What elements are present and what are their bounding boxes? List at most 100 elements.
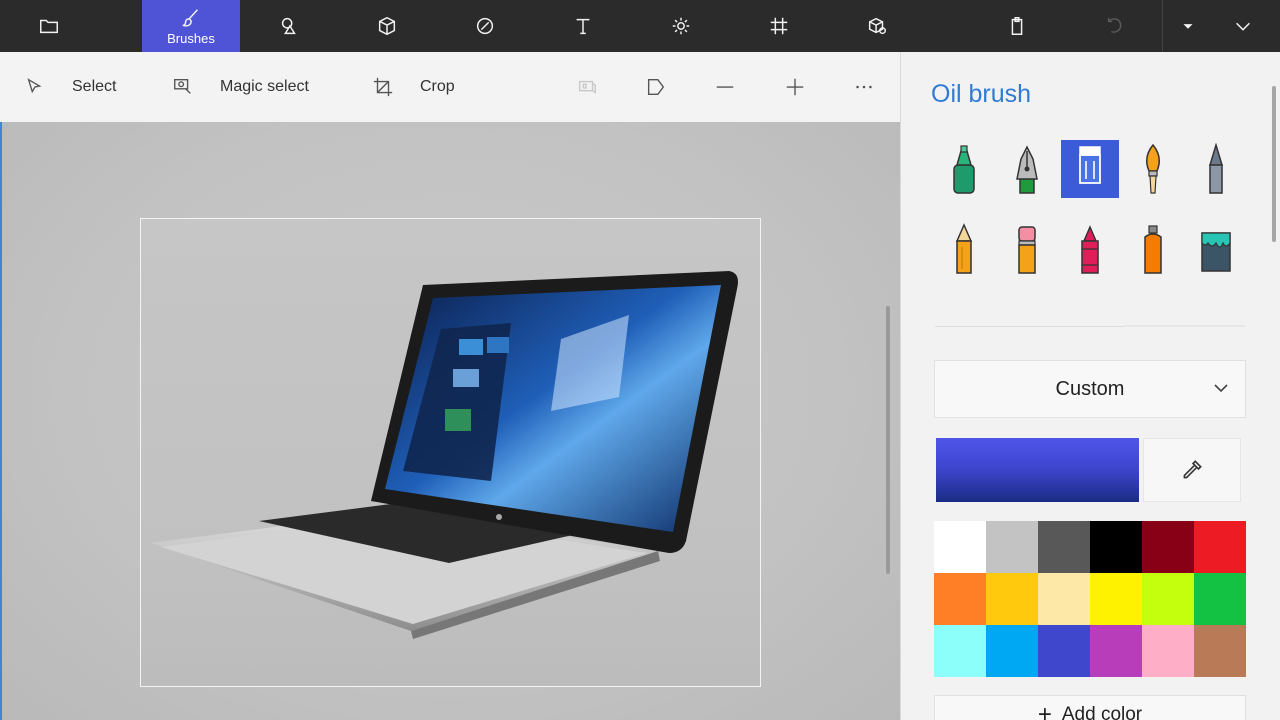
undo-icon <box>1107 17 1122 33</box>
brushes-button[interactable]: Brushes <box>142 0 240 52</box>
text-button[interactable] <box>534 0 632 52</box>
crayon-brush[interactable] <box>1061 220 1119 278</box>
undo-button[interactable] <box>1066 0 1164 52</box>
oil-brush-icon <box>1079 146 1101 184</box>
more-options-button[interactable] <box>853 52 875 122</box>
canvas-scrollbar[interactable] <box>886 306 890 574</box>
crop-button[interactable]: Crop <box>372 52 455 122</box>
dropdown-value: Custom <box>1055 377 1125 400</box>
eraser-brush[interactable] <box>998 220 1056 278</box>
color-swatch[interactable] <box>1090 625 1142 677</box>
oil-brush[interactable] <box>1061 140 1119 198</box>
color-swatch[interactable] <box>934 521 986 573</box>
stickers-button[interactable] <box>436 0 534 52</box>
color-swatch[interactable] <box>986 573 1038 625</box>
brush-icon <box>182 8 198 27</box>
cube-icon <box>378 16 396 36</box>
crop-label: Crop <box>420 78 455 95</box>
calligraphy-pen-icon <box>1016 145 1038 194</box>
flag-button[interactable] <box>645 52 667 122</box>
color-swatch[interactable] <box>1142 521 1194 573</box>
color-swatch[interactable] <box>1038 521 1090 573</box>
color-swatch[interactable] <box>934 573 986 625</box>
select-label: Select <box>72 78 117 95</box>
marker-brush[interactable] <box>935 140 993 198</box>
color-swatch[interactable] <box>934 625 986 677</box>
color-palette <box>934 521 1246 677</box>
color-swatch[interactable] <box>986 521 1038 573</box>
sticker-icon <box>476 17 494 35</box>
eyedropper-button[interactable] <box>1143 438 1241 502</box>
minus-icon <box>716 86 734 88</box>
laptop-image <box>151 271 738 639</box>
color-swatch[interactable] <box>1090 573 1142 625</box>
color-swatch[interactable] <box>1090 521 1142 573</box>
3d-view-icon <box>578 80 596 94</box>
select-button[interactable]: Select <box>24 52 116 122</box>
3d-view-button[interactable] <box>576 52 598 122</box>
artboard[interactable] <box>140 218 761 687</box>
eraser-icon <box>1018 226 1036 274</box>
text-icon <box>576 18 590 35</box>
more-menu-button[interactable] <box>1164 0 1212 52</box>
pencil-icon <box>955 223 973 274</box>
fill-brush[interactable] <box>1187 220 1245 278</box>
brushes-panel: Oil brush Custom + Add color <box>900 52 1280 720</box>
paint-3d-window: Brushes Select Magic select Crop Oil bru… <box>0 0 1280 720</box>
menu-button[interactable] <box>0 0 98 52</box>
magic-select-label: Magic select <box>220 78 309 95</box>
expand-button[interactable] <box>1213 0 1273 52</box>
zoom-in-button[interactable] <box>784 52 806 122</box>
color-swatch[interactable] <box>1194 573 1246 625</box>
clipboard-icon <box>1011 17 1023 35</box>
crop-icon <box>373 77 393 97</box>
3d-shapes-button[interactable] <box>338 0 436 52</box>
effects-button[interactable] <box>632 0 730 52</box>
current-color-swatch[interactable] <box>936 438 1139 502</box>
color-swatch[interactable] <box>1142 573 1194 625</box>
zoom-out-button[interactable] <box>714 52 736 122</box>
ellipsis-icon <box>856 85 872 89</box>
cursor-icon <box>27 78 42 94</box>
magic-select-button[interactable]: Magic select <box>172 52 309 122</box>
color-swatch[interactable] <box>1038 625 1090 677</box>
plus-icon: + <box>1037 701 1052 720</box>
chevron-down-icon <box>1236 22 1250 31</box>
color-swatch[interactable] <box>1194 625 1246 677</box>
color-swatch[interactable] <box>1038 573 1090 625</box>
brush-divider-accent <box>1123 325 1245 327</box>
eyedropper-icon <box>1183 460 1202 479</box>
canvas-button[interactable] <box>730 0 828 52</box>
color-set-dropdown[interactable]: Custom <box>934 360 1246 418</box>
toolbar-divider <box>1162 0 1163 52</box>
panel-scrollbar[interactable] <box>1272 86 1276 242</box>
add-color-button[interactable]: + Add color <box>934 695 1246 720</box>
pencil-brush[interactable] <box>935 220 993 278</box>
watercolor-brush[interactable] <box>1124 140 1182 198</box>
color-swatch[interactable] <box>986 625 1038 677</box>
selection-toolbar: Select Magic select Crop <box>0 52 900 122</box>
add-color-label: Add color <box>1061 704 1143 720</box>
calligraphy-pen-brush[interactable] <box>998 140 1056 198</box>
pixel-pen-icon <box>1208 143 1224 194</box>
spraycan-icon <box>1144 225 1162 274</box>
tag-icon <box>647 78 665 96</box>
library-3d-icon <box>868 17 886 35</box>
pixel-pen-brush[interactable] <box>1187 140 1245 198</box>
color-swatch[interactable] <box>1194 521 1246 573</box>
3d-library-button[interactable] <box>828 0 926 52</box>
2d-shapes-button[interactable] <box>240 0 338 52</box>
fill-bucket-icon <box>1201 232 1231 272</box>
color-swatch[interactable] <box>1142 625 1194 677</box>
paste-button[interactable] <box>968 0 1066 52</box>
brushes-label: Brushes <box>167 30 215 46</box>
panel-title: Oil brush <box>931 80 1032 108</box>
spraycan-brush[interactable] <box>1124 220 1182 278</box>
sun-icon <box>672 17 690 35</box>
marker-icon <box>953 145 975 194</box>
canvas-icon <box>770 17 788 35</box>
caret-down-icon <box>1183 24 1193 29</box>
chevron-down-icon <box>1211 378 1231 398</box>
top-toolbar: Brushes <box>0 0 1280 52</box>
magic-select-icon <box>174 78 191 94</box>
